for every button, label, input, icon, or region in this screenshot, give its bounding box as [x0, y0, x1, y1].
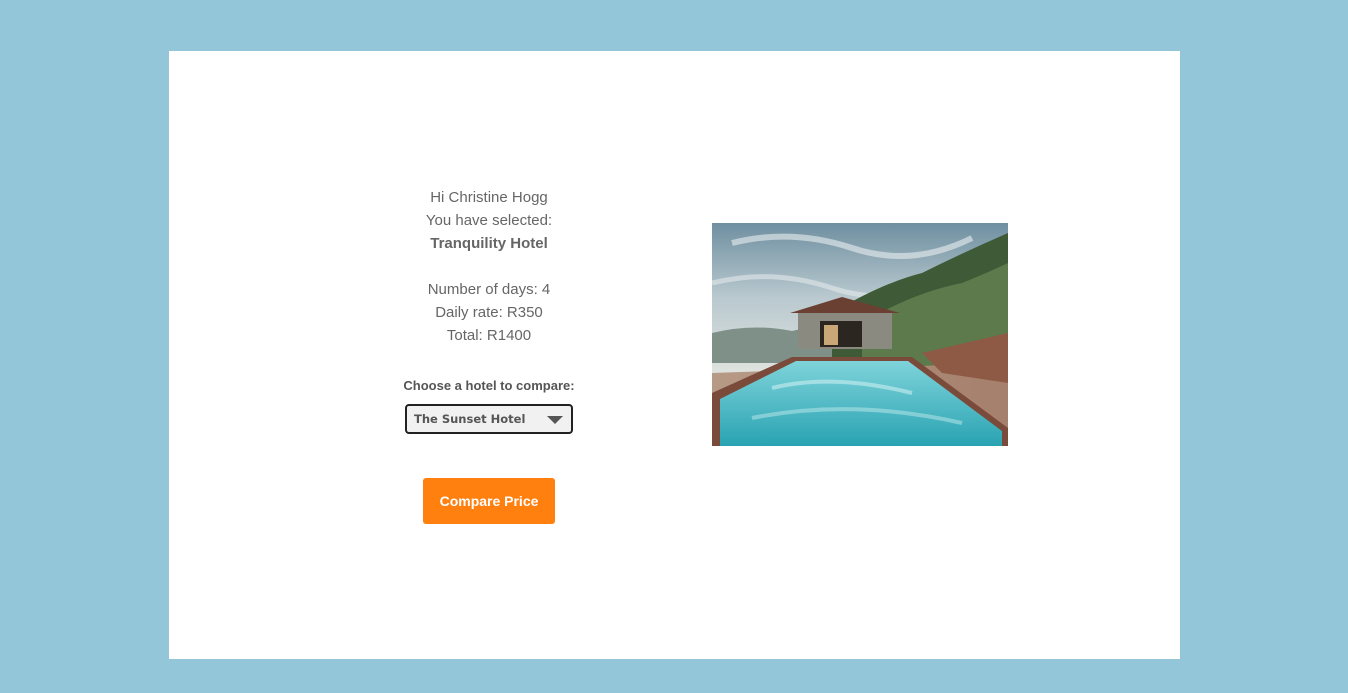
compare-hotel-label: Choose a hotel to compare:: [403, 378, 575, 393]
selected-option-text: The Sunset Hotel: [414, 412, 526, 426]
total-text: Total: R1400: [446, 327, 532, 344]
greeting-text: Hi Christine Hogg: [430, 189, 548, 206]
selected-prefix-text: You have selected:: [425, 212, 553, 229]
hotel-photo: [712, 223, 1008, 446]
compare-price-button[interactable]: Compare Price: [423, 478, 555, 524]
daily-rate-text: Daily rate: R350: [435, 304, 543, 321]
hotel-pool-image: [712, 223, 1008, 446]
booking-summary: Hi Christine Hogg You have selected: Tra…: [389, 186, 589, 347]
main-card: Hi Christine Hogg You have selected: Tra…: [169, 51, 1180, 659]
number-of-days-text: Number of days: 4: [427, 281, 551, 298]
summary-spacer: [389, 255, 589, 278]
caret-down-icon: [547, 416, 563, 424]
selected-hotel-name: Tranquility Hotel: [430, 235, 548, 252]
hotel-compare-select[interactable]: The Sunset Hotel: [405, 404, 573, 434]
